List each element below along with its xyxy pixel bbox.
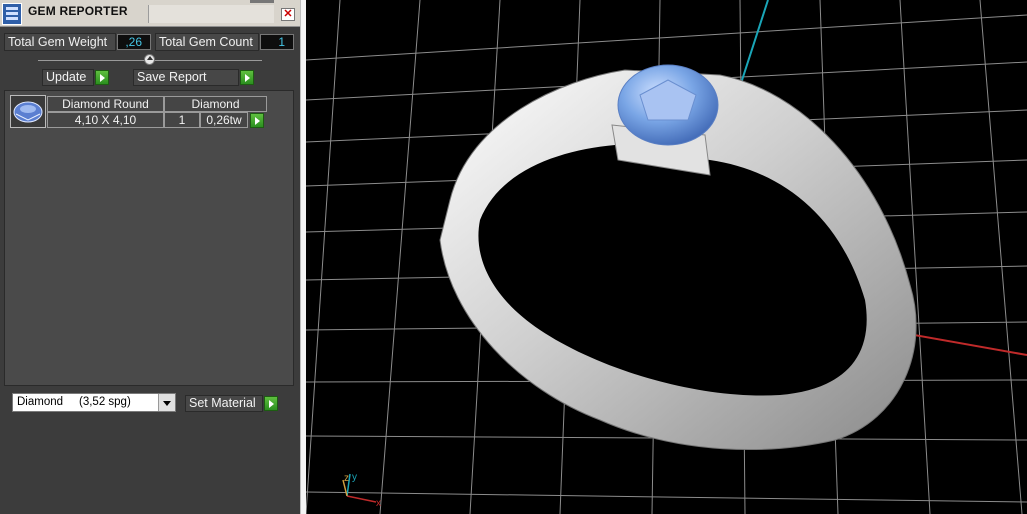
- title-spacer: [148, 5, 274, 23]
- round-gem-icon: [10, 95, 46, 128]
- set-material-go-icon[interactable]: [264, 396, 278, 411]
- gem-count-cell: 1: [164, 112, 200, 128]
- material-select[interactable]: Diamond (3,52 spg): [12, 393, 176, 412]
- material-select-value: Diamond (3,52 spg): [17, 396, 131, 408]
- title-strip: [250, 0, 274, 3]
- gem-row-go-icon[interactable]: [250, 113, 264, 128]
- total-gem-weight-value: ,26: [117, 34, 151, 50]
- update-button[interactable]: Update: [42, 69, 94, 86]
- gem-shape-cell: Diamond Round: [47, 96, 164, 112]
- title-bar: GEM REPORTER ✕: [0, 0, 300, 27]
- slider-knob-icon[interactable]: [144, 54, 155, 65]
- total-gem-count-value: 1: [260, 34, 294, 50]
- set-material-button[interactable]: Set Material: [185, 395, 263, 412]
- gem-reporter-panel: GEM REPORTER ✕ Total Gem Weight ,26 Tota…: [0, 0, 300, 514]
- update-go-icon[interactable]: [95, 70, 109, 85]
- orientation-gizmo: z y x: [342, 472, 381, 509]
- chevron-down-icon[interactable]: [158, 394, 175, 411]
- svg-text:y: y: [352, 472, 357, 483]
- svg-text:z: z: [344, 473, 349, 484]
- gem-reporter-app-icon: [2, 3, 22, 25]
- window-title: GEM REPORTER: [28, 4, 128, 18]
- close-icon[interactable]: ✕: [281, 8, 295, 21]
- gem-weight-cell: 0,26tw: [200, 112, 248, 128]
- total-gem-count-label: Total Gem Count: [155, 33, 259, 51]
- svg-text:x: x: [376, 498, 381, 509]
- 3d-viewport[interactable]: z y x: [306, 0, 1027, 514]
- ring-model: [439, 64, 917, 450]
- total-gem-weight-label: Total Gem Weight: [4, 33, 116, 51]
- gem-size-cell: 4,10 X 4,10: [47, 112, 164, 128]
- gem-material-cell: Diamond: [164, 96, 267, 112]
- save-report-go-icon[interactable]: [240, 70, 254, 85]
- gem-list: [4, 90, 294, 386]
- save-report-button[interactable]: Save Report: [133, 69, 239, 86]
